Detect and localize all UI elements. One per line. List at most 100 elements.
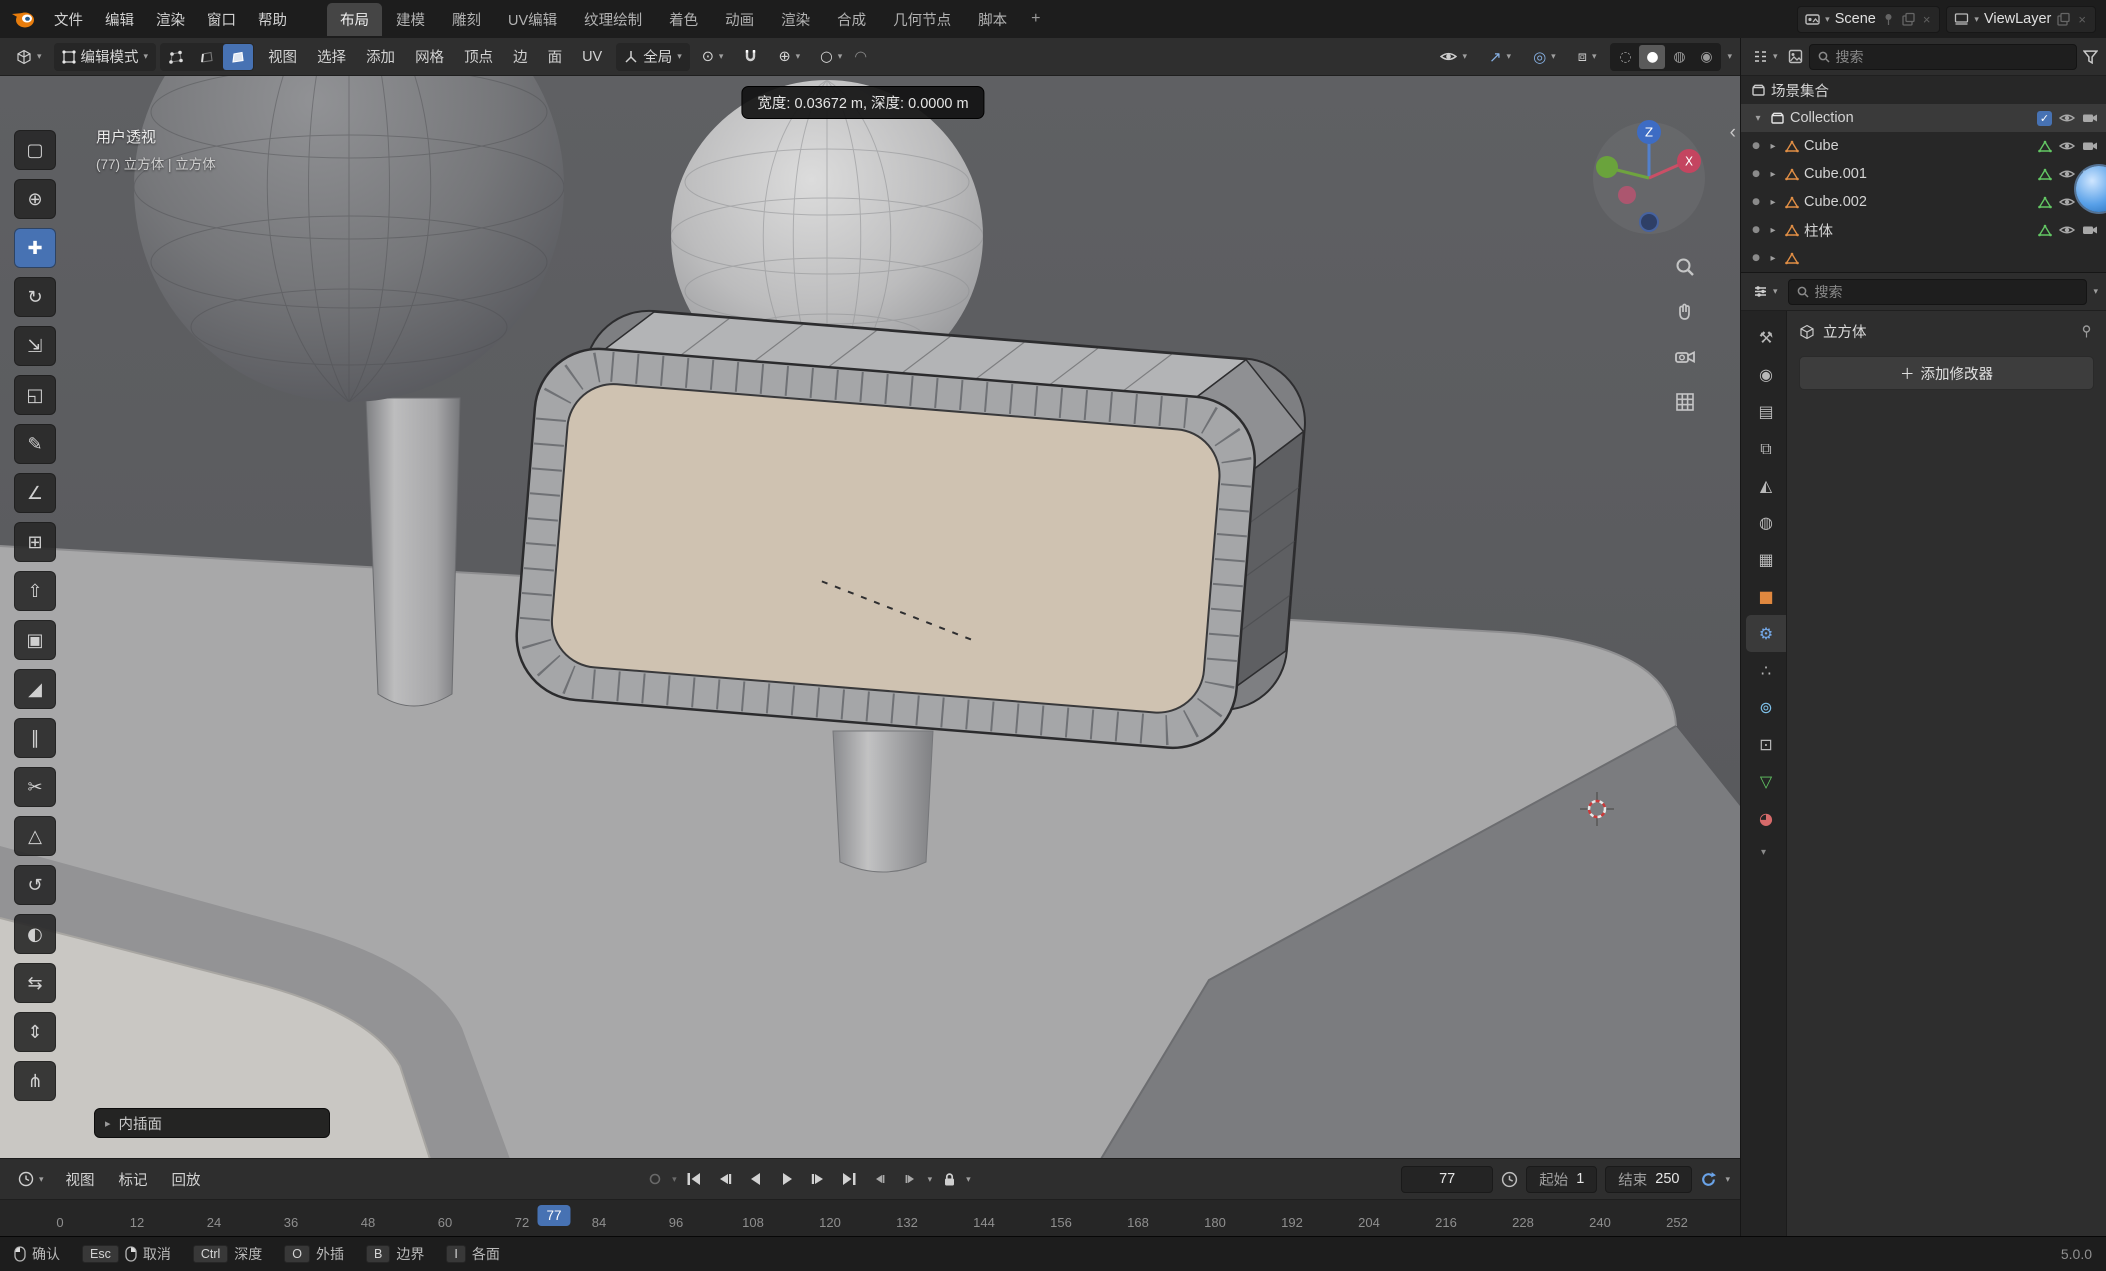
tool-scale[interactable]: ⇲ xyxy=(14,326,56,366)
pedestal-cylinder[interactable] xyxy=(366,398,460,706)
tool-cursor[interactable]: ⊕ xyxy=(14,179,56,219)
editor-type-button[interactable]: ▾ xyxy=(8,43,50,71)
region-collapse-chevron[interactable]: ‹ xyxy=(1730,122,1736,144)
properties-tab-material[interactable]: ◕ xyxy=(1746,800,1786,837)
snap-toggle[interactable] xyxy=(735,43,766,71)
face-select-button[interactable] xyxy=(223,44,253,70)
orthographic-toggle-button[interactable] xyxy=(1666,383,1704,421)
topbar-menu[interactable]: 帮助 xyxy=(248,4,297,35)
tool-bevel[interactable]: ◢ xyxy=(14,669,56,709)
scene-selector[interactable]: ▾ Scene × xyxy=(1797,6,1940,33)
prev-keyframe-button[interactable] xyxy=(711,1166,739,1192)
pin-icon[interactable] xyxy=(1881,12,1896,27)
outliner-row-collection[interactable]: ▾ Collection ✓ xyxy=(1741,104,2106,132)
outliner-row-cylinder[interactable]: ● ▸ 柱体 xyxy=(1741,216,2106,244)
blender-logo[interactable] xyxy=(10,8,36,30)
current-frame-field[interactable]: 77 xyxy=(1401,1166,1493,1193)
properties-search[interactable] xyxy=(1788,279,2088,305)
gizmo-y-axis[interactable] xyxy=(1596,156,1618,178)
properties-tab-output[interactable]: ▤ xyxy=(1746,393,1786,430)
timeline-playhead[interactable]: 77 xyxy=(537,1205,570,1226)
snap-settings[interactable]: ⊕▾ xyxy=(770,43,808,71)
sign-box[interactable] xyxy=(512,302,1310,756)
gizmo-neg-x-axis[interactable] xyxy=(1618,186,1636,204)
workspace-tab[interactable]: 布局 xyxy=(327,3,382,36)
frame-end-field[interactable]: 结束250 xyxy=(1605,1166,1692,1193)
tool-rip-region[interactable]: ⋔ xyxy=(14,1061,56,1101)
eye-icon[interactable] xyxy=(2059,224,2075,236)
viewport-menu[interactable]: 视图 xyxy=(258,41,307,72)
new-viewlayer-icon[interactable] xyxy=(2056,12,2071,27)
outliner-row-cube-001[interactable]: ● ▸ Cube.001 xyxy=(1741,160,2106,188)
eye-icon[interactable] xyxy=(2059,196,2075,208)
lock-frame-toggle[interactable] xyxy=(935,1166,963,1192)
workspace-tab[interactable]: 动画 xyxy=(712,3,767,36)
tool-add-cube[interactable]: ⊞ xyxy=(14,522,56,562)
topbar-menu[interactable]: 窗口 xyxy=(197,4,246,35)
tool-smooth[interactable]: ◐ xyxy=(14,914,56,954)
workspace-tab[interactable]: 渲染 xyxy=(768,3,823,36)
frame-step-back-button[interactable] xyxy=(866,1166,894,1192)
viewport-menu[interactable]: 顶点 xyxy=(454,41,503,72)
shading-solid-button[interactable]: ● xyxy=(1639,45,1665,69)
viewport-menu[interactable]: UV xyxy=(572,41,612,72)
tool-poly-build[interactable]: △ xyxy=(14,816,56,856)
eye-icon[interactable] xyxy=(2059,112,2075,124)
edge-select-button[interactable] xyxy=(192,44,222,70)
tool-measure[interactable]: ∠ xyxy=(14,473,56,513)
workspace-tab[interactable]: 雕刻 xyxy=(439,3,494,36)
operator-panel-inset-faces[interactable]: ▸ 内插面 xyxy=(94,1108,330,1138)
play-reverse-button[interactable] xyxy=(742,1166,770,1192)
workspace-tab[interactable]: 着色 xyxy=(656,3,711,36)
camera-icon[interactable] xyxy=(2082,112,2098,124)
outliner-row-cube-002[interactable]: ● ▸ Cube.002 xyxy=(1741,188,2106,216)
overlays-toggle[interactable]: ◎▾ xyxy=(1525,43,1564,71)
outliner-search-input[interactable] xyxy=(1836,49,2068,65)
timeline-editor-type-button[interactable]: ▾ xyxy=(10,1165,52,1193)
workspace-tab[interactable]: 纹理绘制 xyxy=(571,3,655,36)
add-modifier-button[interactable]: ＋ 添加修改器 xyxy=(1799,356,2094,390)
tool-extrude-region[interactable]: ⇧ xyxy=(14,571,56,611)
outliner-row-cube[interactable]: ● ▸ Cube xyxy=(1741,132,2106,160)
timeline-ruler[interactable]: 0122436486072849610812013214415616818019… xyxy=(0,1199,1740,1236)
gizmos-toggle[interactable]: ↗▾ xyxy=(1481,43,1519,71)
properties-tab-collection[interactable]: ▦ xyxy=(1746,541,1786,578)
properties-tab-view-layer[interactable]: ⧉ xyxy=(1746,430,1786,467)
workspace-tab[interactable]: 几何节点 xyxy=(880,3,964,36)
tool-spin[interactable]: ↺ xyxy=(14,865,56,905)
viewport-menu[interactable]: 网格 xyxy=(405,41,454,72)
shading-options-dropdown[interactable]: ▾ xyxy=(1727,51,1732,62)
properties-tab-tool[interactable]: ⚒ xyxy=(1746,319,1786,356)
camera-view-button[interactable] xyxy=(1666,338,1704,376)
workspace-tab[interactable]: 脚本 xyxy=(965,3,1020,36)
properties-tab-scene[interactable]: ◭ xyxy=(1746,467,1786,504)
tool-edge-slide[interactable]: ⇆ xyxy=(14,963,56,1003)
viewport-menu[interactable]: 面 xyxy=(538,41,573,72)
tabs-overflow-caret[interactable]: ▾ xyxy=(1741,847,1786,858)
xray-toggle[interactable]: ⧈▾ xyxy=(1570,43,1605,71)
visibility-dropdown[interactable]: ▾ xyxy=(1432,43,1475,71)
frame-start-field[interactable]: 起始1 xyxy=(1526,1166,1597,1193)
properties-tab-modifiers[interactable]: ⚙ xyxy=(1746,615,1786,652)
workspace-tab[interactable]: 合成 xyxy=(824,3,879,36)
transform-orientation-selector[interactable]: 全局 ▾ xyxy=(616,43,690,71)
properties-editor-type-button[interactable]: ▾ xyxy=(1749,278,1782,306)
jump-to-start-button[interactable] xyxy=(680,1166,708,1192)
viewport-menu[interactable]: 选择 xyxy=(307,41,356,72)
tool-shrink-fatten[interactable]: ⇕ xyxy=(14,1012,56,1052)
tool-inset-faces[interactable]: ▣ xyxy=(14,620,56,660)
tool-rotate[interactable]: ↻ xyxy=(14,277,56,317)
remove-viewlayer-button[interactable]: × xyxy=(2076,12,2088,27)
workspace-tab[interactable]: UV编辑 xyxy=(495,3,570,36)
tool-transform[interactable]: ◱ xyxy=(14,375,56,415)
outliner-editor-type-button[interactable]: ▾ xyxy=(1749,43,1782,71)
properties-tab-object[interactable]: ■ xyxy=(1746,578,1786,615)
outliner-row-scene-collection[interactable]: 场景集合 xyxy=(1741,76,2106,104)
tool-annotate[interactable]: ✎ xyxy=(14,424,56,464)
topbar-menu[interactable]: 编辑 xyxy=(95,4,144,35)
tool-move[interactable]: ✚ xyxy=(14,228,56,268)
eye-icon[interactable] xyxy=(2059,168,2075,180)
outliner-row-partial[interactable]: ● ▸ xyxy=(1741,244,2106,272)
camera-icon[interactable] xyxy=(2082,224,2098,236)
topbar-menu[interactable]: 文件 xyxy=(44,4,93,35)
